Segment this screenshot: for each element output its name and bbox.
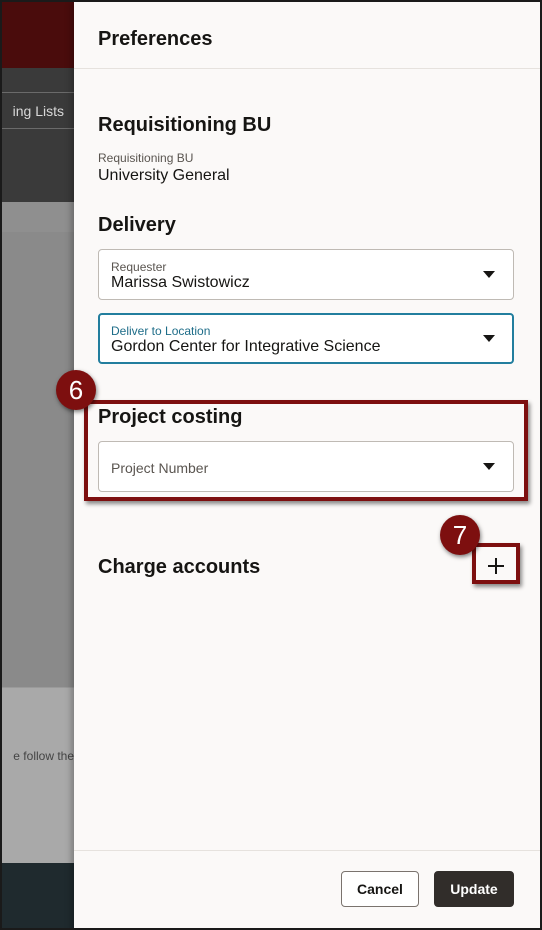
drawer-footer-divider bbox=[74, 850, 540, 851]
requester-label: Requester bbox=[111, 260, 167, 274]
deliver-to-location-label: Deliver to Location bbox=[111, 324, 211, 338]
callout-highlight-add-charge-account bbox=[472, 543, 520, 584]
delivery-heading: Delivery bbox=[98, 214, 176, 236]
callout-number-6: 6 bbox=[56, 370, 96, 410]
deliver-to-location-value: Gordon Center for Integrative Science bbox=[111, 338, 381, 355]
background-text: e follow the bbox=[13, 749, 74, 763]
charge-accounts-heading: Charge accounts bbox=[98, 556, 261, 578]
caret-down-icon bbox=[483, 271, 495, 278]
update-button[interactable]: Update bbox=[434, 871, 514, 907]
background-footer bbox=[2, 863, 74, 928]
requisitioning-bu-heading: Requisitioning BU bbox=[98, 114, 272, 136]
background-tab-shopping-lists[interactable]: ing Lists bbox=[13, 103, 64, 119]
drawer-header: Preferences bbox=[74, 2, 540, 69]
cancel-button[interactable]: Cancel bbox=[341, 871, 419, 907]
drawer-title: Preferences bbox=[98, 28, 213, 50]
callout-number-7: 7 bbox=[440, 515, 480, 555]
requisitioning-bu-label: Requisitioning BU bbox=[98, 151, 194, 165]
background-panel: e follow the bbox=[2, 687, 74, 863]
requester-select[interactable]: Requester Marissa Swistowicz bbox=[98, 249, 514, 300]
background-content bbox=[2, 232, 74, 687]
requester-value: Marissa Swistowicz bbox=[111, 274, 250, 291]
screenshot-frame: ing Lists e follow the Preferences Requi… bbox=[0, 0, 542, 930]
deliver-to-location-select[interactable]: Deliver to Location Gordon Center for In… bbox=[98, 313, 514, 364]
background-divider bbox=[2, 128, 74, 129]
caret-down-icon bbox=[483, 335, 495, 342]
background-divider bbox=[2, 92, 74, 93]
requisitioning-bu-value: University General bbox=[98, 167, 230, 184]
background-tabbar bbox=[2, 68, 74, 202]
background-header bbox=[2, 2, 74, 68]
background-app: ing Lists e follow the bbox=[2, 2, 74, 928]
callout-highlight-project-costing bbox=[84, 400, 528, 501]
